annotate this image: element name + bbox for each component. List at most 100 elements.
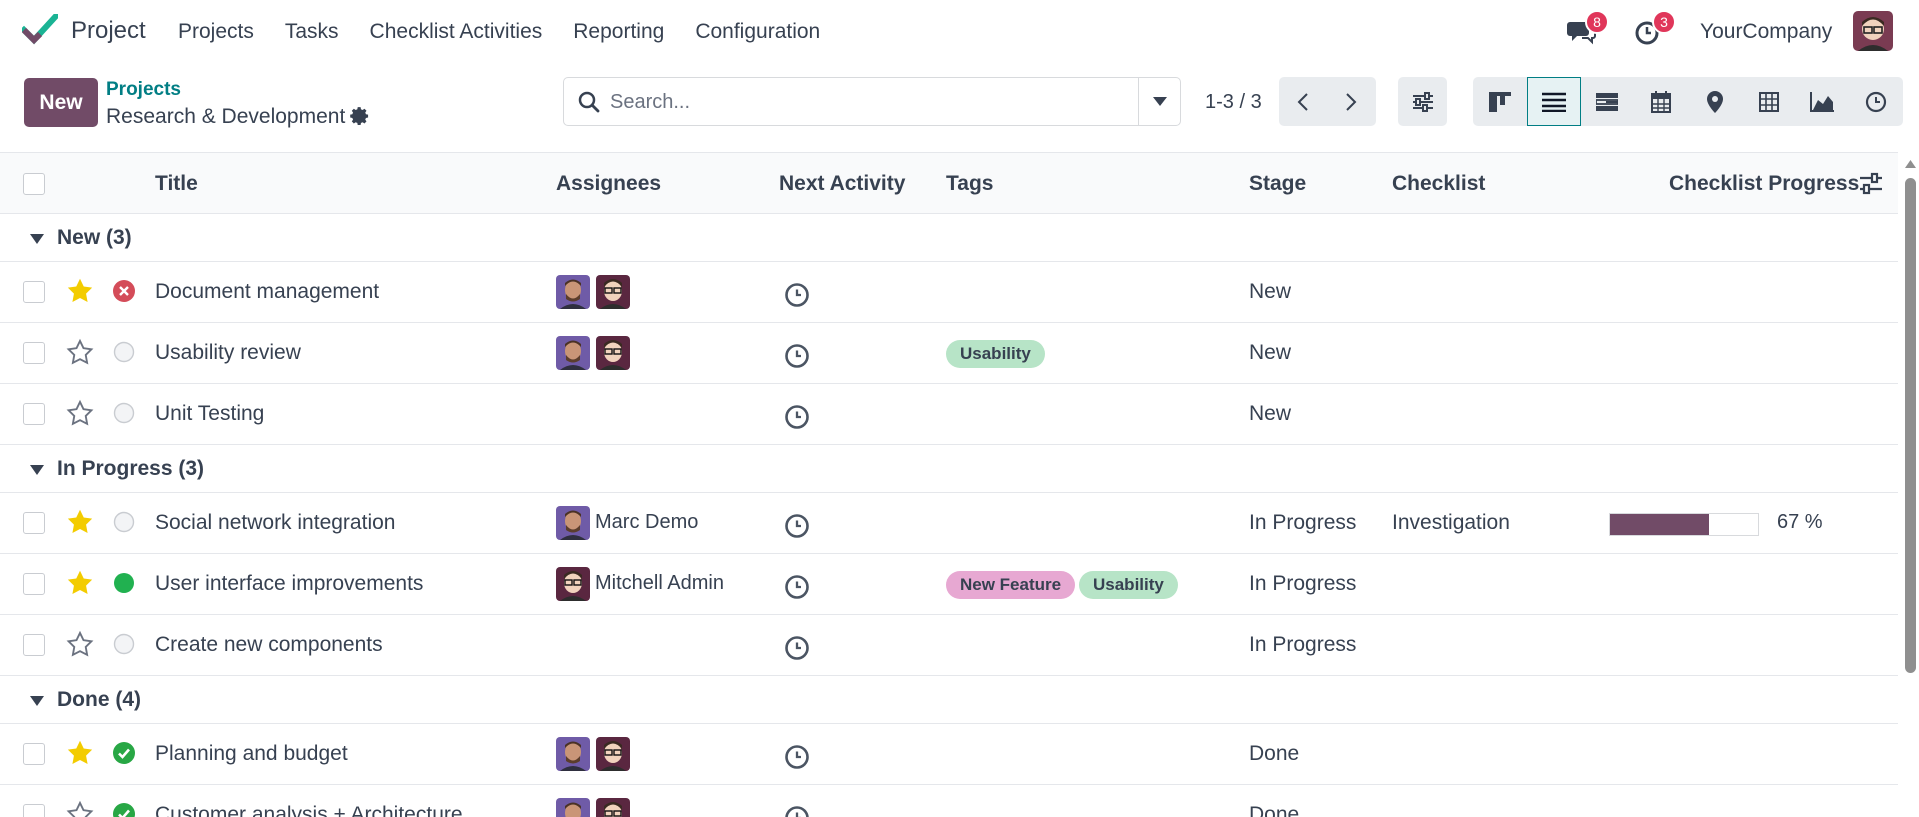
assignee-avatar[interactable] <box>596 798 630 817</box>
row-checkbox[interactable] <box>23 403 45 425</box>
done-state-icon[interactable] <box>112 741 136 765</box>
table-row[interactable]: Customer analysis + Architecture Done <box>0 785 1898 817</box>
search-options-toggle[interactable] <box>1138 78 1180 125</box>
row-checkbox[interactable] <box>23 573 45 595</box>
star-outline-icon[interactable] <box>66 800 94 817</box>
task-title[interactable]: Document management <box>155 280 379 304</box>
row-checkbox[interactable] <box>23 512 45 534</box>
column-next-activity[interactable]: Next Activity <box>779 172 905 196</box>
view-kanban-button[interactable] <box>1473 77 1527 126</box>
table-row[interactable]: User interface improvements Mitchell Admi… <box>0 554 1898 615</box>
tag-badge[interactable]: Usability <box>946 340 1045 368</box>
task-title[interactable]: Unit Testing <box>155 402 264 426</box>
pager-value[interactable]: 1-3 / 3 <box>1205 91 1262 114</box>
star-filled-icon[interactable] <box>66 739 94 767</box>
blocked-state-icon[interactable] <box>112 279 136 303</box>
table-row[interactable]: Usability review Usability New <box>0 323 1898 384</box>
task-title[interactable]: Customer analysis + Architecture <box>155 803 463 817</box>
column-title[interactable]: Title <box>155 172 198 196</box>
user-avatar[interactable] <box>1853 11 1893 51</box>
group-header[interactable]: New (3) <box>0 214 1898 262</box>
project-app-icon[interactable] <box>22 14 58 46</box>
normal-state-icon[interactable] <box>112 340 136 364</box>
table-row[interactable]: Unit Testing New <box>0 384 1898 445</box>
search-input[interactable] <box>610 88 1150 116</box>
menu-item-reporting[interactable]: Reporting <box>573 20 664 44</box>
column-assignees[interactable]: Assignees <box>556 172 661 196</box>
view-list-button[interactable] <box>1526 77 1581 126</box>
scroll-up-arrow-icon[interactable] <box>1905 160 1916 168</box>
table-row[interactable]: Social network integration Marc Demo In Pr… <box>0 493 1898 554</box>
activity-clock-icon[interactable] <box>784 805 810 817</box>
gear-icon[interactable] <box>349 106 371 128</box>
scrollbar[interactable] <box>1902 152 1919 817</box>
menu-item-configuration[interactable]: Configuration <box>695 20 820 44</box>
done-state-icon[interactable] <box>112 802 136 817</box>
view-graph-button[interactable] <box>1796 77 1850 126</box>
task-title[interactable]: Create new components <box>155 633 383 657</box>
column-checklist-progress[interactable]: Checklist Progress <box>1669 172 1859 196</box>
view-gantt-button[interactable] <box>1581 77 1635 126</box>
row-checkbox[interactable] <box>23 804 45 817</box>
view-map-button[interactable] <box>1688 77 1742 126</box>
view-pivot-button[interactable] <box>1742 77 1796 126</box>
star-filled-icon[interactable] <box>66 508 94 536</box>
filters-toggle-button[interactable] <box>1398 77 1447 126</box>
star-filled-icon[interactable] <box>66 277 94 305</box>
scroll-thumb[interactable] <box>1905 178 1916 673</box>
tag-badge[interactable]: New Feature <box>946 571 1076 599</box>
task-title[interactable]: Planning and budget <box>155 742 348 766</box>
star-filled-icon[interactable] <box>66 569 94 597</box>
assignee-avatar[interactable] <box>596 737 630 771</box>
column-checklist[interactable]: Checklist <box>1392 172 1485 196</box>
activity-menu[interactable]: 3 <box>1634 10 1676 46</box>
task-title[interactable]: User interface improvements <box>155 572 423 596</box>
normal-state-icon[interactable] <box>112 632 136 656</box>
assignee-avatar[interactable] <box>556 798 590 817</box>
view-activity-button[interactable] <box>1849 77 1903 126</box>
menu-item-projects[interactable]: Projects <box>178 20 254 44</box>
assignee-avatar[interactable] <box>556 506 590 540</box>
activity-clock-icon[interactable] <box>784 574 810 600</box>
tag-badge[interactable]: Usability <box>1079 571 1178 599</box>
pager-next-button[interactable] <box>1327 77 1375 126</box>
breadcrumb-projects[interactable]: Projects <box>106 79 181 101</box>
ready-state-icon[interactable] <box>112 571 136 595</box>
assignee-avatar[interactable] <box>596 275 630 309</box>
pager-previous-button[interactable] <box>1279 77 1327 126</box>
optional-columns-icon[interactable] <box>1859 172 1883 196</box>
assignee-avatar[interactable] <box>556 737 590 771</box>
new-button[interactable]: New <box>24 78 98 127</box>
table-row[interactable]: Create new components In Progress <box>0 615 1898 676</box>
activity-clock-icon[interactable] <box>784 513 810 539</box>
app-name[interactable]: Project <box>71 17 146 45</box>
row-checkbox[interactable] <box>23 743 45 765</box>
messaging-menu[interactable]: 8 <box>1567 10 1609 46</box>
table-row[interactable]: Document management New <box>0 262 1898 323</box>
normal-state-icon[interactable] <box>112 401 136 425</box>
table-row[interactable]: Planning and budget Done <box>0 724 1898 785</box>
star-outline-icon[interactable] <box>66 630 94 658</box>
activity-clock-icon[interactable] <box>784 635 810 661</box>
row-checkbox[interactable] <box>23 281 45 303</box>
view-calendar-button[interactable] <box>1634 77 1688 126</box>
menu-item-tasks[interactable]: Tasks <box>285 20 339 44</box>
star-outline-icon[interactable] <box>66 338 94 366</box>
assignee-avatar[interactable] <box>556 336 590 370</box>
activity-clock-icon[interactable] <box>784 282 810 308</box>
company-switcher[interactable]: YourCompany <box>1700 20 1832 44</box>
row-checkbox[interactable] <box>23 634 45 656</box>
group-header[interactable]: In Progress (3) <box>0 445 1898 493</box>
task-title[interactable]: Social network integration <box>155 511 395 535</box>
row-checkbox[interactable] <box>23 342 45 364</box>
task-title[interactable]: Usability review <box>155 341 301 365</box>
star-outline-icon[interactable] <box>66 399 94 427</box>
select-all-checkbox[interactable] <box>23 173 45 195</box>
column-tags[interactable]: Tags <box>946 172 993 196</box>
activity-clock-icon[interactable] <box>784 343 810 369</box>
normal-state-icon[interactable] <box>112 510 136 534</box>
activity-clock-icon[interactable] <box>784 744 810 770</box>
assignee-avatar[interactable] <box>596 336 630 370</box>
assignee-avatar[interactable] <box>556 275 590 309</box>
activity-clock-icon[interactable] <box>784 404 810 430</box>
